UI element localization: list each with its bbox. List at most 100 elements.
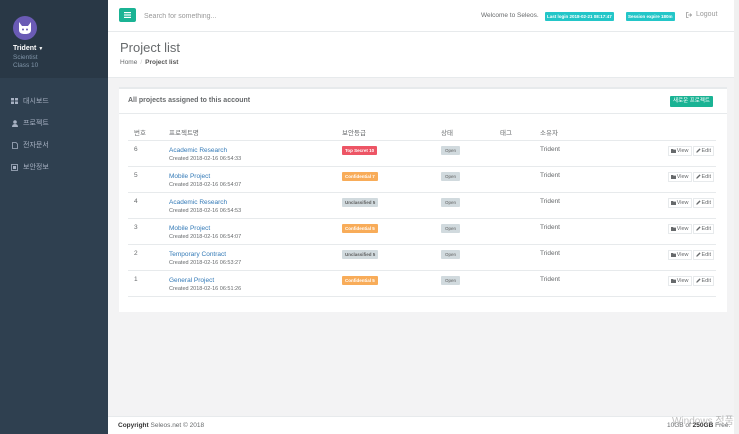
security-badge: Top Secret 10 xyxy=(342,145,378,155)
cell-no: 2 xyxy=(128,244,169,271)
page-title: Project list xyxy=(120,40,180,55)
cell-owner: Trident xyxy=(540,166,647,193)
header-owner: 소유자 xyxy=(540,124,647,141)
profile-class: Class 10 xyxy=(13,62,39,69)
sidebar-item-dashboard[interactable]: 대시보드 xyxy=(0,90,108,112)
user-icon xyxy=(11,119,18,127)
edit-button[interactable]: Edit xyxy=(692,145,714,156)
hamburger-icon xyxy=(124,12,131,18)
projects-table: 번호 프로젝트명 보안등급 상태 태그 소유자 6 Academic Resear… xyxy=(128,124,716,297)
view-button[interactable]: View xyxy=(667,146,692,156)
header-tag: 태그 xyxy=(500,124,540,141)
sidebar-item-projects[interactable]: 프로젝트 xyxy=(0,112,108,134)
projects-tbody: 6 Academic Research Created 2018-02-16 06:… xyxy=(128,140,716,297)
welcome-text: Welcome to Seleos. xyxy=(481,12,539,19)
pencil-icon xyxy=(695,226,701,231)
header-name: 프로젝트명 xyxy=(169,124,342,141)
cell-actions: View Edit xyxy=(647,270,716,297)
edit-button[interactable]: Edit xyxy=(692,197,714,208)
status-badge: Open xyxy=(441,145,461,155)
sidebar-nav: 대시보드 프로젝트 전자문서 보안정보 xyxy=(0,90,108,178)
cell-status: Open xyxy=(441,244,500,271)
cell-security: Confidential 5 xyxy=(342,270,441,297)
project-link[interactable]: Mobile Project xyxy=(169,172,342,181)
page-scrollbar[interactable] xyxy=(734,0,739,434)
sidebar: Trident ▼ Scientist Class 10 대시보드 프로젝트 전자… xyxy=(0,0,108,434)
cell-status: Open xyxy=(441,140,500,167)
edit-button[interactable]: Edit xyxy=(692,249,714,260)
cell-owner: Trident xyxy=(540,140,647,167)
dashboard-icon xyxy=(11,98,18,105)
sidebar-item-label: 프로젝트 xyxy=(23,120,49,127)
sidebar-item-label: 대시보드 xyxy=(23,98,49,105)
logout-link[interactable]: Logout xyxy=(686,11,717,18)
edit-button[interactable]: Edit xyxy=(692,275,714,286)
cell-no: 1 xyxy=(128,270,169,297)
cell-tag xyxy=(500,218,540,245)
new-project-button[interactable]: 새로운 프로젝트 xyxy=(670,96,713,107)
status-badge: Open xyxy=(441,197,461,207)
copyright-label: Copyright xyxy=(118,422,149,429)
project-link[interactable]: General Project xyxy=(169,276,342,285)
cat-avatar-icon xyxy=(19,22,31,34)
profile-name[interactable]: Trident ▼ xyxy=(13,44,108,54)
status-badge: Open xyxy=(441,223,461,233)
view-label: View xyxy=(676,278,689,284)
sidebar-item-documents[interactable]: 전자문서 xyxy=(0,134,108,156)
view-button[interactable]: View xyxy=(667,250,692,260)
panel-title: All projects assigned to this account xyxy=(128,97,251,104)
session-badge: Session expire 180m xyxy=(626,12,675,21)
folder-icon xyxy=(670,253,676,257)
cell-tag xyxy=(500,140,540,167)
table-row: 6 Academic Research Created 2018-02-16 06:… xyxy=(128,140,716,167)
sidebar-item-label: 보안정보 xyxy=(23,164,49,171)
copyright-text: Seleos.net © 2018 xyxy=(150,422,205,429)
sidebar-item-security[interactable]: 보안정보 xyxy=(0,156,108,178)
edit-label: Edit xyxy=(701,199,711,206)
project-link[interactable]: Academic Research xyxy=(169,198,342,207)
status-badge: Open xyxy=(441,171,461,181)
last-login-badge: Last login 2018-02-21 08:17:47 xyxy=(545,12,614,21)
project-link[interactable]: Mobile Project xyxy=(169,224,342,233)
status-badge: Open xyxy=(441,275,461,285)
pencil-icon xyxy=(695,148,701,153)
project-link[interactable]: Academic Research xyxy=(169,146,342,155)
project-created: Created 2018-02-16 06:54:33 xyxy=(169,155,242,162)
cell-name: Academic Research Created 2018-02-16 06:5… xyxy=(169,140,342,167)
cell-no: 3 xyxy=(128,218,169,245)
edit-button[interactable]: Edit xyxy=(692,223,714,234)
cell-status: Open xyxy=(441,218,500,245)
search-input[interactable] xyxy=(144,10,364,22)
header-security: 보안등급 xyxy=(342,124,441,141)
table-row: 3 Mobile Project Created 2018-02-16 06:54:… xyxy=(128,218,716,245)
cell-status: Open xyxy=(441,166,500,193)
table-row: 1 General Project Created 2018-02-16 06:51… xyxy=(128,270,716,297)
project-link[interactable]: Temporary Contract xyxy=(169,250,342,259)
view-label: View xyxy=(676,200,689,206)
pencil-icon xyxy=(695,174,701,179)
folder-icon xyxy=(670,149,676,153)
view-button[interactable]: View xyxy=(667,198,692,208)
view-button[interactable]: View xyxy=(667,224,692,234)
cell-status: Open xyxy=(441,192,500,219)
breadcrumb-home[interactable]: Home xyxy=(120,59,137,66)
view-button[interactable]: View xyxy=(667,276,692,286)
view-label: View xyxy=(676,252,689,258)
security-badge: Confidential 5 xyxy=(342,275,378,285)
folder-icon xyxy=(670,279,676,283)
edit-button[interactable]: Edit xyxy=(692,171,714,182)
menu-toggle-button[interactable] xyxy=(119,8,136,22)
breadcrumb: Home / Project list xyxy=(120,59,178,66)
cell-tag xyxy=(500,192,540,219)
table-row: 4 Academic Research Created 2018-02-16 06:… xyxy=(128,192,716,219)
cell-name: General Project Created 2018-02-16 06:51:… xyxy=(169,270,342,297)
windows-watermark: Windows 정품 xyxy=(672,416,734,427)
avatar[interactable] xyxy=(13,16,37,40)
security-badge: Unclassified 5 xyxy=(342,249,379,259)
header-no: 번호 xyxy=(128,124,169,141)
cell-security: Top Secret 10 xyxy=(342,140,441,167)
edit-label: Edit xyxy=(701,173,711,180)
cell-security: Confidential 7 xyxy=(342,166,441,193)
cell-security: Unclassified 5 xyxy=(342,244,441,271)
view-button[interactable]: View xyxy=(667,172,692,182)
